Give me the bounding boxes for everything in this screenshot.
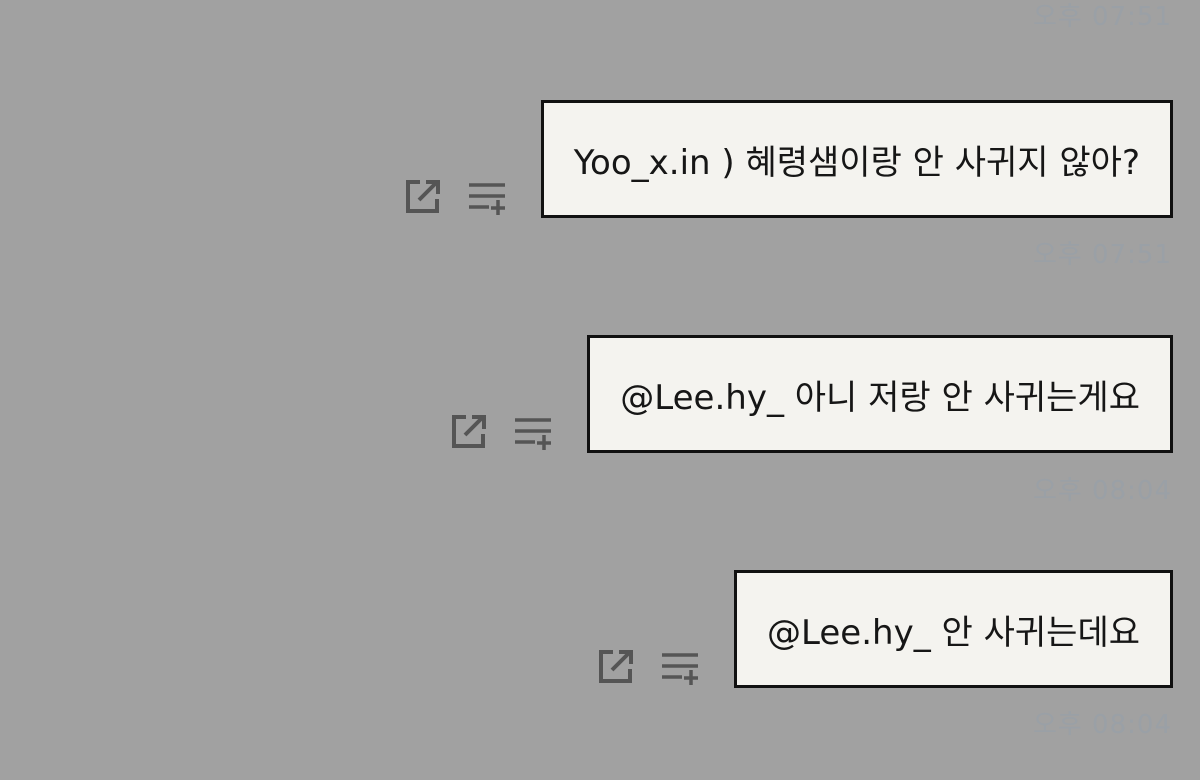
message-text: @Lee.hy_ 아니 저랑 안 사귀는게요 (620, 377, 1140, 418)
message-timestamp: 오후 07:51 (1032, 240, 1172, 270)
playlist-add-icon[interactable] (513, 411, 553, 451)
message-text: Yoo_x.in ) 혜령샘이랑 안 사귀지 않아? (573, 142, 1140, 183)
message-timestamp: 오후 08:04 (1032, 476, 1172, 506)
timestamp-top: 오후 07:51 (1032, 2, 1172, 32)
message-row: @Lee.hy_ 아니 저랑 안 사귀는게요 (449, 335, 1173, 453)
message-actions (449, 411, 553, 451)
message-bubble[interactable]: Yoo_x.in ) 혜령샘이랑 안 사귀지 않아? (540, 100, 1173, 218)
share-external-icon[interactable] (449, 411, 489, 451)
playlist-add-icon[interactable] (467, 176, 507, 216)
share-external-icon[interactable] (596, 646, 636, 686)
message-actions (596, 646, 700, 686)
playlist-add-icon[interactable] (660, 646, 700, 686)
message-text: @Lee.hy_ 안 사귀는데요 (767, 612, 1140, 653)
share-external-icon[interactable] (403, 176, 443, 216)
message-actions (403, 176, 507, 216)
message-row: @Lee.hy_ 안 사귀는데요 (596, 570, 1173, 688)
message-timestamp: 오후 08:04 (1032, 710, 1172, 740)
message-bubble[interactable]: @Lee.hy_ 아니 저랑 안 사귀는게요 (587, 335, 1173, 453)
message-row: Yoo_x.in ) 혜령샘이랑 안 사귀지 않아? (403, 100, 1173, 218)
message-bubble[interactable]: @Lee.hy_ 안 사귀는데요 (734, 570, 1173, 688)
